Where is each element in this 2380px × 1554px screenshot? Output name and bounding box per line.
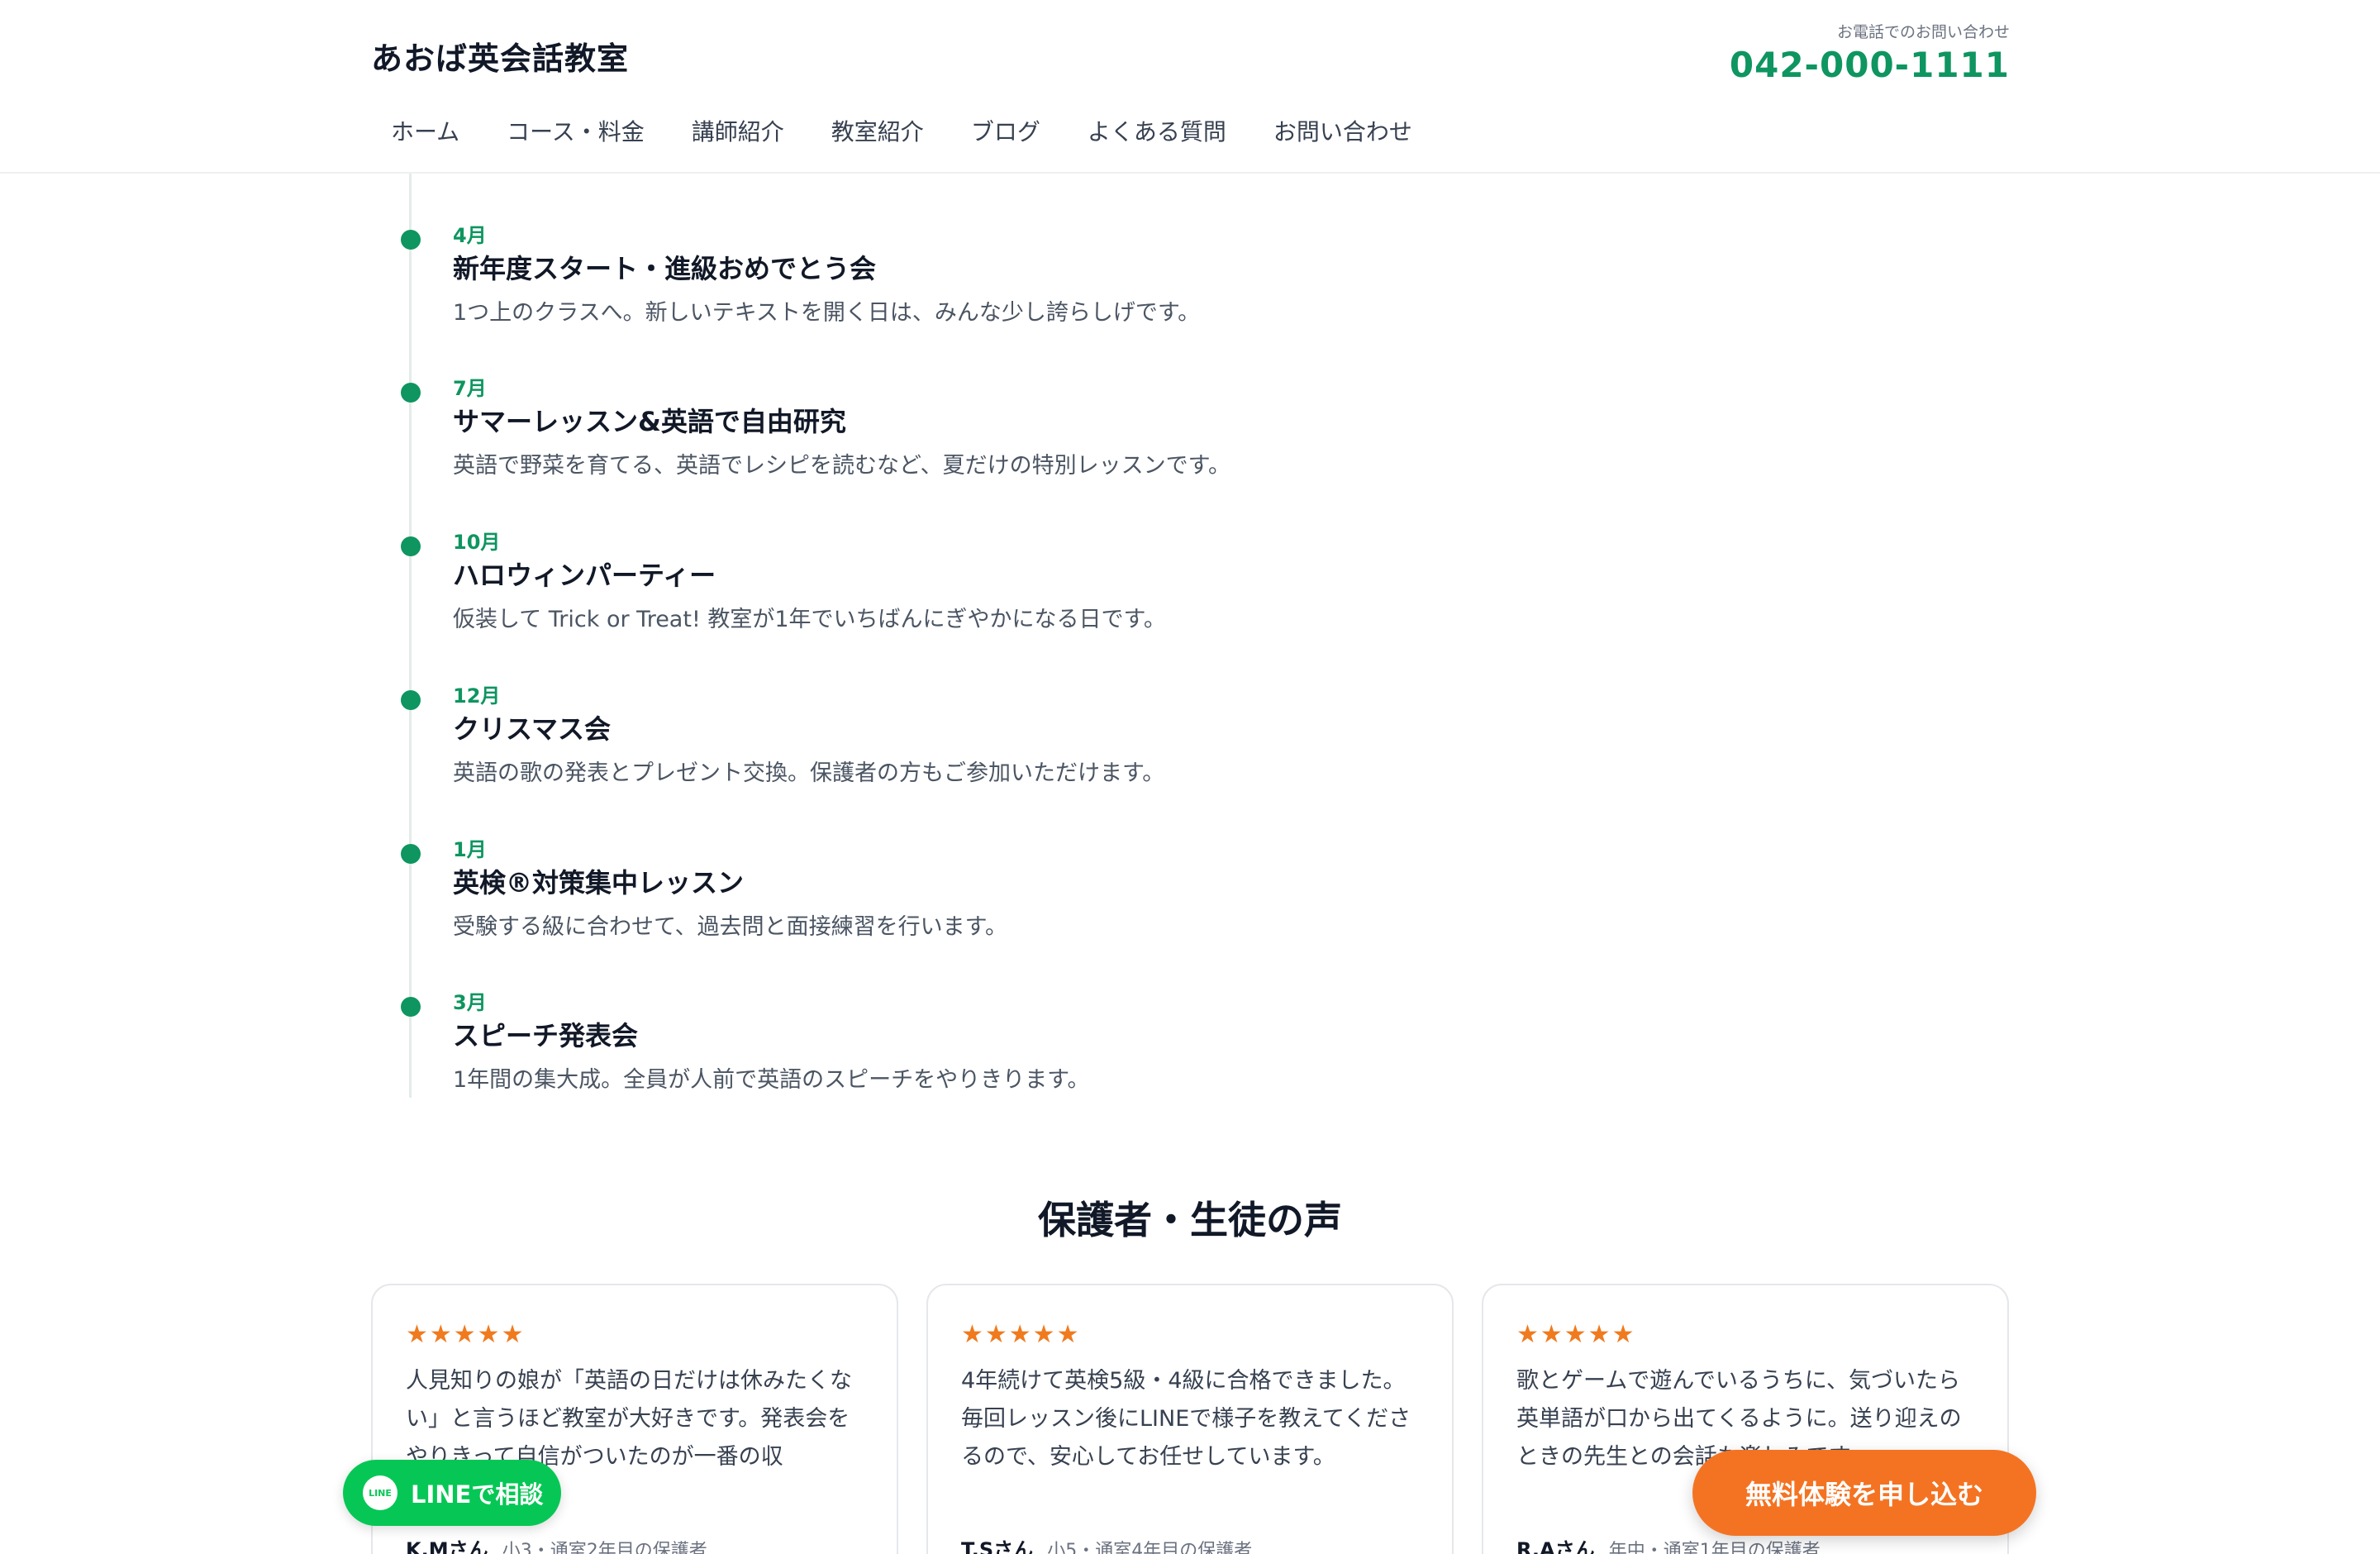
timeline-month: 7月: [453, 377, 487, 400]
reviewer-name: T.Sさん: [961, 1538, 1034, 1554]
reviewer-meta: 年中・通室1年目の保護者: [1608, 1541, 1821, 1554]
timeline-dot: [401, 690, 421, 710]
phone-label: お電話でのお問い合わせ: [1836, 23, 2010, 41]
timeline-month: 12月: [453, 684, 501, 708]
reviewer-name: R.Aさん: [1516, 1538, 1595, 1554]
phone-number[interactable]: 042-000-1111: [1730, 45, 2010, 85]
reviewer: R.Aさん 年中・通室1年目の保護者: [1516, 1533, 1821, 1554]
nav-blog[interactable]: ブログ: [951, 109, 1060, 152]
timeline-line: [409, 174, 412, 1098]
reviewer-name: K.Mさん: [406, 1538, 488, 1554]
nav-courses[interactable]: コース・料金: [487, 109, 664, 152]
timeline-title: 新年度スタート・進級おめでとう会: [453, 253, 877, 284]
event-timeline: 4月 新年度スタート・進級おめでとう会 1つ上のクラスへ。新しいテキストを開く日…: [371, 174, 2009, 1099]
reviewer: K.Mさん 小3・通室2年目の保護者: [406, 1533, 707, 1554]
timeline-desc: 1年間の集大成。全員が人前で英語のスピーチをやりきります。: [453, 1067, 1090, 1093]
free-trial-label: 無料体験を申し込む: [1745, 1479, 1983, 1510]
nav-classroom[interactable]: 教室紹介: [812, 109, 944, 152]
timeline-desc: 英語の歌の発表とプレゼント交換。保護者の方もご参加いただけます。: [453, 760, 1165, 786]
nav-faq[interactable]: よくある質問: [1068, 109, 1246, 152]
voices-section-title: 保護者・生徒の声: [1038, 1198, 1342, 1242]
timeline-dot: [401, 997, 421, 1017]
timeline-month: 10月: [453, 531, 501, 554]
timeline-month: 1月: [453, 838, 487, 861]
timeline-title: 英検®対策集中レッスン: [453, 867, 745, 899]
timeline-desc: 仮装して Trick or Treat! 教室が1年でいちばんにぎやかになる日で…: [453, 607, 1166, 632]
timeline-title: サマーレッスン&英語で自由研究: [453, 406, 846, 437]
timeline-dot: [401, 536, 421, 556]
timeline-title: ハロウィンパーティー: [453, 560, 716, 591]
timeline-dot: [401, 230, 421, 250]
line-consult-label: LINEで相談: [411, 1480, 544, 1509]
timeline-dot: [401, 383, 421, 403]
line-icon: LINE: [363, 1475, 397, 1510]
reviewer-meta: 小5・通室4年目の保護者: [1047, 1541, 1253, 1554]
timeline-desc: 受験する級に合わせて、過去問と面接練習を行います。: [453, 914, 1007, 940]
star-rating-icon: ★★★★★: [1516, 1320, 1636, 1349]
star-rating-icon: ★★★★★: [406, 1320, 526, 1349]
timeline-dot: [401, 844, 421, 864]
reviewer: T.Sさん 小5・通室4年目の保護者: [961, 1533, 1252, 1554]
free-trial-button[interactable]: 無料体験を申し込む: [1692, 1450, 2036, 1536]
nav-contact[interactable]: お問い合わせ: [1254, 109, 1432, 152]
review-text: 4年続けて英検5級・4級に合格できました。毎回レッスン後にLINEで様子を教えて…: [961, 1368, 1411, 1470]
line-consult-button[interactable]: LINE LINEで相談: [343, 1460, 561, 1526]
site-brand[interactable]: あおば英会話教室: [371, 33, 629, 79]
star-rating-icon: ★★★★★: [961, 1320, 1081, 1349]
site-header: あおば英会話教室 お電話でのお問い合わせ 042-000-1111 ホーム コー…: [0, 0, 2380, 174]
timeline-title: スピーチ発表会: [453, 1020, 639, 1051]
timeline-desc: 英語で野菜を育てる、英語でレシピを読むなど、夏だけの特別レッスンです。: [453, 453, 1230, 479]
timeline-title: クリスマス会: [453, 713, 612, 745]
timeline-desc: 1つ上のクラスへ。新しいテキストを開く日は、みんな少し誇らしげです。: [453, 300, 1201, 326]
voice-card: ★★★★★ 4年続けて英検5級・4級に合格できました。毎回レッスン後にLINEで…: [926, 1284, 1454, 1554]
nav-home[interactable]: ホーム: [371, 109, 479, 152]
timeline-month: 4月: [453, 224, 487, 247]
nav-teachers[interactable]: 講師紹介: [672, 109, 804, 152]
reviewer-meta: 小3・通室2年目の保護者: [502, 1541, 707, 1554]
main-nav: ホーム コース・料金 講師紹介 教室紹介 ブログ よくある質問 お問い合わせ: [371, 109, 1440, 152]
timeline-month: 3月: [453, 991, 487, 1014]
